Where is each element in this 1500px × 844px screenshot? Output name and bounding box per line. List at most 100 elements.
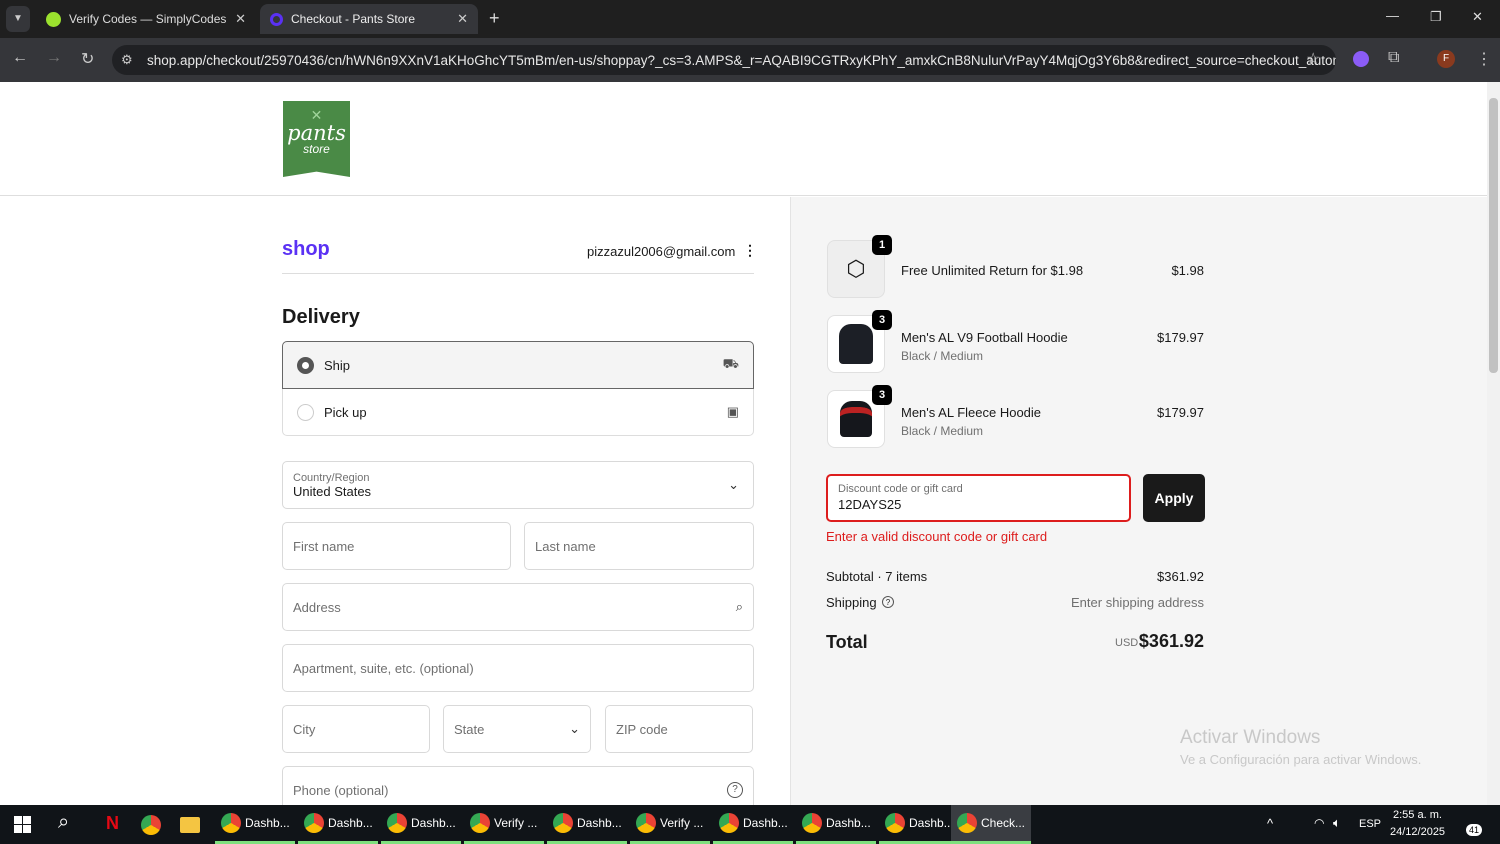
city-input[interactable]: City <box>282 705 430 753</box>
search-icon[interactable]: ⌕ <box>58 811 69 834</box>
taskbar-chrome-window[interactable]: Dashb... <box>381 805 461 844</box>
first-name-input[interactable]: First name <box>282 522 511 570</box>
extensions-puzzle-icon[interactable]: ⧉ <box>1388 49 1399 67</box>
apartment-input[interactable]: Apartment, suite, etc. (optional) <box>282 644 754 692</box>
task-label: Verify ... <box>660 816 704 830</box>
shop-logo: shop <box>282 238 330 260</box>
taskbar-chrome-window[interactable]: Check... <box>951 805 1031 844</box>
discount-error: Enter a valid discount code or gift card <box>826 529 1048 544</box>
menu-icon[interactable]: ⋮ <box>1476 49 1492 69</box>
address-bar[interactable]: shop.app/checkout/25970436/cn/hWN6n9XXnV… <box>112 45 1336 75</box>
close-tab-icon[interactable]: ✕ <box>457 11 468 27</box>
task-label: Dashb... <box>411 816 456 830</box>
bookmark-star-icon[interactable]: ☆ <box>1306 49 1320 69</box>
store-logo[interactable]: ✕ pants store <box>283 101 350 177</box>
profile-avatar[interactable]: F <box>1437 50 1455 68</box>
account-email: pizzazul2006@gmail.com <box>587 244 736 259</box>
windows-taskbar: ⌕ N Dashb... Dashb... Dashb... Verify ... Da… <box>0 805 1500 844</box>
chrome-icon[interactable] <box>141 815 161 835</box>
quantity-badge: 3 <box>872 310 892 330</box>
help-icon[interactable]: ? <box>727 782 743 798</box>
apply-button[interactable]: Apply <box>1143 474 1205 522</box>
windows-watermark-title: Activar Windows <box>1180 727 1321 748</box>
total-value: $361.92 <box>1138 631 1204 651</box>
clock-date[interactable]: 24/12/2025 <box>1390 826 1445 838</box>
taskbar-chrome-window[interactable]: Verify ... <box>464 805 544 844</box>
chrome-icon <box>304 813 324 833</box>
file-explorer-icon[interactable] <box>180 817 200 833</box>
tray-volume-icon[interactable]: 🔈︎ <box>1333 815 1341 831</box>
last-name-input[interactable]: Last name <box>524 522 754 570</box>
radio-unselected[interactable] <box>297 403 314 421</box>
hoodie-image <box>840 401 872 437</box>
subtotal-label: Subtotal · 7 items <box>826 569 928 584</box>
notifications-badge[interactable]: 41 <box>1466 824 1483 836</box>
task-label: Dashb... <box>743 816 788 830</box>
quantity-badge: 3 <box>872 385 892 405</box>
search-icon: ⌕ <box>735 599 743 614</box>
tray-chevron-icon[interactable]: ^ <box>1267 816 1273 831</box>
divider <box>282 273 754 274</box>
task-label: Verify ... <box>494 816 538 830</box>
chrome-icon <box>221 813 241 833</box>
restore-button[interactable]: ❐ <box>1430 9 1442 25</box>
task-label: Dashb... <box>328 816 373 830</box>
radio-selected[interactable] <box>297 356 314 374</box>
taskbar-chrome-window[interactable]: Dashb... <box>215 805 295 844</box>
item-name: Men's AL V9 Football Hoodie <box>901 330 1068 345</box>
delivery-heading: Delivery <box>282 306 360 328</box>
state-select[interactable]: State ⌄ <box>443 705 591 753</box>
discount-input[interactable]: Discount code or gift card 12DAYS25 <box>826 474 1131 522</box>
country-select[interactable]: Country/Region United States ⌄ <box>282 461 754 509</box>
clock-time[interactable]: 2:55 a. m. <box>1393 809 1442 821</box>
tab-search-button[interactable]: ▼ <box>6 6 30 32</box>
extension-icon[interactable] <box>1353 51 1369 67</box>
tab-verify-codes[interactable]: Verify Codes — SimplyCodes ✕ <box>36 4 256 34</box>
simplycodes-icon <box>46 11 61 27</box>
subtotal-value: $361.92 <box>1157 569 1204 584</box>
zip-input[interactable]: ZIP code <box>605 705 753 753</box>
taskbar-chrome-window[interactable]: Dashb... <box>713 805 793 844</box>
phone-input[interactable]: Phone (optional)? <box>282 766 754 805</box>
item-name: Free Unlimited Return for $1.98 <box>901 263 1084 278</box>
close-window-button[interactable]: ✕ <box>1472 9 1483 25</box>
start-button[interactable] <box>14 816 31 833</box>
taskbar-chrome-window[interactable]: Dashb... <box>796 805 876 844</box>
store-icon: ▣ <box>726 404 739 419</box>
item-variant: Black / Medium <box>901 349 984 363</box>
back-icon[interactable]: ← <box>12 49 28 67</box>
reload-icon[interactable]: ↻ <box>81 49 94 69</box>
chrome-icon <box>719 813 739 833</box>
chrome-icon <box>885 813 905 833</box>
delivery-option-ship[interactable]: Ship ⛟ <box>282 341 754 389</box>
help-icon[interactable]: ? <box>882 596 894 608</box>
tab-checkout[interactable]: Checkout - Pants Store ✕ <box>260 4 478 34</box>
forward-icon[interactable]: → <box>46 49 62 67</box>
taskbar-chrome-window[interactable]: Dashb... <box>879 805 959 844</box>
netflix-icon[interactable]: N <box>106 813 119 834</box>
close-tab-icon[interactable]: ✕ <box>235 11 246 27</box>
tray-network-icon[interactable]: ◠ <box>1314 816 1324 830</box>
tab-strip: ▼ Verify Codes — SimplyCodes ✕ Checkout -… <box>0 0 1500 38</box>
minimize-button[interactable]: — <box>1386 8 1399 23</box>
delivery-option-pickup[interactable]: Pick up ▣ <box>282 389 754 436</box>
store-header: ✕ pants store <box>0 82 1487 196</box>
site-info-icon[interactable]: ⚙ <box>121 52 133 68</box>
new-tab-button[interactable]: + <box>489 8 500 29</box>
quantity-badge: 1 <box>872 235 892 255</box>
scrollbar-thumb[interactable] <box>1489 98 1498 373</box>
currency: USD <box>1115 637 1139 649</box>
truck-icon: ⛟ <box>722 356 739 371</box>
address-input[interactable]: Address ⌕ <box>282 583 754 631</box>
taskbar-chrome-window[interactable]: Dashb... <box>298 805 378 844</box>
hoodie-image <box>839 324 873 364</box>
item-price: $179.97 <box>1157 330 1204 345</box>
item-variant: Black / Medium <box>901 424 984 438</box>
item-name: Men's AL Fleece Hoodie <box>901 405 1042 420</box>
taskbar-chrome-window[interactable]: Dashb... <box>547 805 627 844</box>
item-price: $1.98 <box>1171 263 1204 278</box>
language-indicator[interactable]: ESP <box>1359 818 1381 830</box>
account-menu-icon[interactable]: ⋮ <box>743 242 757 259</box>
taskbar-chrome-window[interactable]: Verify ... <box>630 805 710 844</box>
shipping-value: Enter shipping address <box>1071 595 1204 610</box>
